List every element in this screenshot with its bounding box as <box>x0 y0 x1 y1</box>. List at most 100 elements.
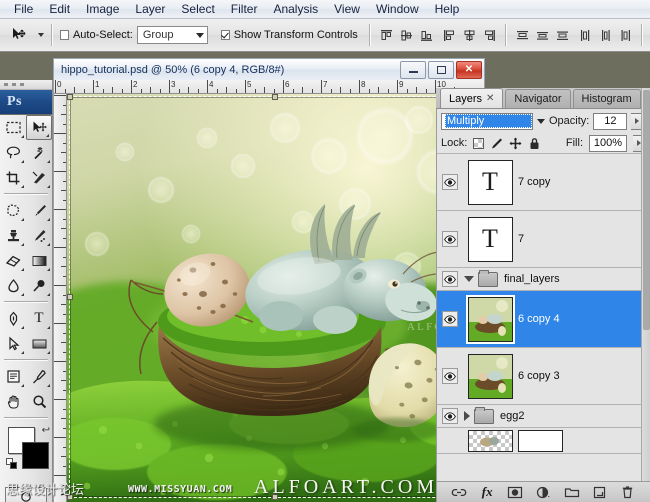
layer-group-name[interactable]: egg2 <box>500 410 524 422</box>
auto-select-checkbox[interactable] <box>59 30 69 40</box>
table-row[interactable]: 6 copy 3 <box>437 348 650 405</box>
eye-icon[interactable] <box>441 271 458 287</box>
default-colors-icon[interactable] <box>6 458 17 469</box>
table-row[interactable]: 6 copy 4 <box>437 291 650 348</box>
distribute-vertical-centers-button[interactable] <box>534 27 551 44</box>
new-layer-button[interactable] <box>591 484 609 501</box>
eraser-tool-button[interactable] <box>0 248 26 273</box>
hand-tool-button[interactable] <box>0 389 26 414</box>
menu-item-filter[interactable]: Filter <box>223 1 266 17</box>
adjustment-layer-button[interactable] <box>534 484 552 501</box>
clone-stamp-tool-button[interactable] <box>0 223 26 248</box>
quick-mask-mode-button[interactable] <box>5 487 47 502</box>
layer-thumbnail-cell[interactable] <box>462 429 518 452</box>
pen-tool-button[interactable] <box>0 306 26 331</box>
layer-thumbnail-cell[interactable] <box>462 296 518 342</box>
list-item[interactable]: final_layers <box>437 268 650 291</box>
restore-button[interactable] <box>428 60 454 79</box>
distribute-horizontal-centers-button[interactable] <box>597 27 614 44</box>
auto-select-dropdown[interactable]: Group <box>136 26 208 44</box>
healing-brush-tool-button[interactable] <box>0 198 26 223</box>
layer-mask-thumbnail[interactable] <box>518 429 563 452</box>
menu-item-edit[interactable]: Edit <box>41 1 78 17</box>
eye-icon[interactable] <box>441 311 458 327</box>
menu-item-window[interactable]: Window <box>368 1 427 17</box>
align-vertical-centers-button[interactable] <box>398 27 415 44</box>
tab-layers[interactable]: Layers ✕ <box>440 88 504 108</box>
vertical-ruler[interactable] <box>53 94 67 502</box>
layer-thumbnail-cell[interactable]: T <box>462 216 518 262</box>
minimize-button[interactable] <box>400 60 426 79</box>
blend-mode-dropdown-icon[interactable] <box>537 118 545 124</box>
layer-mask-button[interactable] <box>506 484 524 501</box>
layer-name[interactable]: 7 copy <box>518 176 550 188</box>
brush-tool-button[interactable] <box>26 198 52 223</box>
layer-visibility-cell[interactable] <box>437 368 462 384</box>
dodge-tool-button[interactable] <box>26 273 52 298</box>
fill-input[interactable]: 100% <box>589 134 627 152</box>
layer-visibility-cell[interactable] <box>437 311 462 327</box>
layers-scrollbar[interactable] <box>641 88 650 502</box>
layer-group-name[interactable]: final_layers <box>504 273 560 285</box>
distribute-right-edges-button[interactable] <box>617 27 634 44</box>
menu-item-file[interactable]: File <box>6 1 41 17</box>
align-left-edges-button[interactable] <box>441 27 458 44</box>
move-tool-button[interactable] <box>26 115 52 140</box>
layer-name[interactable]: 7 <box>518 233 524 245</box>
rectangle-shape-tool-button[interactable] <box>26 331 52 356</box>
table-row[interactable]: T 7 <box>437 211 650 268</box>
lock-image-pixels-icon[interactable] <box>490 137 503 150</box>
scrollbar-thumb[interactable] <box>643 90 650 330</box>
layer-visibility-cell[interactable] <box>437 271 462 287</box>
canvas-area[interactable]: ALFOART.C <box>67 94 484 502</box>
layer-visibility-cell[interactable] <box>437 174 462 190</box>
table-row[interactable]: T 7 copy <box>437 154 650 211</box>
toolbox-drag-handle[interactable] <box>0 80 52 90</box>
lock-all-icon[interactable] <box>528 137 541 150</box>
align-bottom-edges-button[interactable] <box>418 27 435 44</box>
eyedropper-tool-button[interactable] <box>26 364 52 389</box>
path-selection-tool-button[interactable] <box>0 331 26 356</box>
menu-item-view[interactable]: View <box>326 1 368 17</box>
chevron-down-icon[interactable] <box>464 276 474 282</box>
close-icon[interactable]: ✕ <box>486 93 494 104</box>
blur-tool-button[interactable] <box>0 273 26 298</box>
layer-style-button[interactable]: fx <box>478 484 496 501</box>
eye-icon[interactable] <box>441 368 458 384</box>
align-horizontal-centers-button[interactable] <box>461 27 478 44</box>
menu-item-help[interactable]: Help <box>427 1 468 17</box>
crop-tool-button[interactable] <box>0 165 26 190</box>
layer-name[interactable]: 6 copy 3 <box>518 370 560 382</box>
align-right-edges-button[interactable] <box>481 27 498 44</box>
background-color-swatch[interactable] <box>22 442 49 469</box>
distribute-left-edges-button[interactable] <box>577 27 594 44</box>
layer-visibility-cell[interactable] <box>437 408 462 424</box>
layer-thumbnail-cell[interactable] <box>462 353 518 399</box>
delete-layer-button[interactable] <box>619 484 637 501</box>
table-row[interactable] <box>437 428 650 454</box>
opacity-input[interactable]: 12 <box>593 112 628 130</box>
gradient-tool-button[interactable] <box>26 248 52 273</box>
eye-icon[interactable] <box>441 408 458 424</box>
menu-item-select[interactable]: Select <box>173 1 222 17</box>
layer-name[interactable]: 6 copy 4 <box>518 313 560 325</box>
history-brush-tool-button[interactable] <box>26 223 52 248</box>
tab-histogram[interactable]: Histogram <box>572 89 641 108</box>
align-top-edges-button[interactable] <box>378 27 395 44</box>
distribute-top-edges-button[interactable] <box>514 27 531 44</box>
tool-preset-dropdown[interactable] <box>37 33 44 37</box>
swap-colors-icon[interactable]: ↩ <box>42 425 50 436</box>
menu-item-image[interactable]: Image <box>78 1 127 17</box>
notes-tool-button[interactable] <box>0 364 26 389</box>
type-tool-button[interactable]: T <box>26 306 52 331</box>
lock-position-icon[interactable] <box>509 137 522 150</box>
lasso-tool-button[interactable] <box>0 140 26 165</box>
zoom-tool-button[interactable] <box>26 389 52 414</box>
lock-transparent-pixels-icon[interactable] <box>473 137 485 149</box>
magic-wand-tool-button[interactable] <box>26 140 52 165</box>
blend-mode-field[interactable]: Multiply <box>441 112 533 130</box>
list-item[interactable]: egg2 <box>437 405 650 428</box>
link-layers-button[interactable] <box>450 484 468 501</box>
slice-tool-button[interactable] <box>26 165 52 190</box>
close-button[interactable]: ✕ <box>456 60 482 79</box>
